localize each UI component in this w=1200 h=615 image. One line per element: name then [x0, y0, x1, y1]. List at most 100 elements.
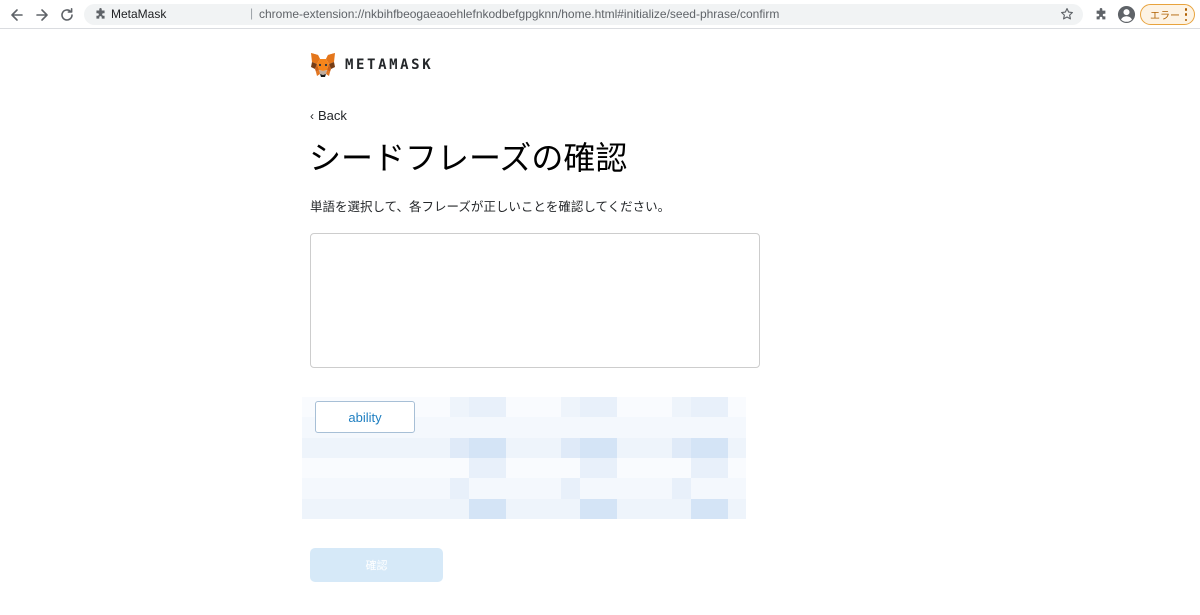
selected-phrase-box[interactable]	[310, 233, 760, 368]
metamask-wordmark: METAMASK	[345, 57, 434, 73]
mosaic-cell	[524, 437, 543, 458]
mosaic-cell	[320, 458, 339, 479]
mosaic-cell	[579, 397, 598, 418]
mosaic-cell	[431, 397, 450, 418]
mosaic-cell	[616, 458, 635, 479]
mosaic-cell	[487, 397, 506, 418]
mosaic-cell	[302, 478, 321, 499]
mosaic-cell	[709, 458, 728, 479]
mosaic-cell	[672, 417, 691, 438]
mosaic-cell	[413, 458, 432, 479]
reload-button[interactable]	[57, 5, 77, 25]
mosaic-cell	[320, 498, 339, 519]
bookmark-button[interactable]	[1059, 6, 1075, 22]
mosaic-cell	[542, 458, 561, 479]
mosaic-cell	[450, 437, 469, 458]
mosaic-cell	[542, 478, 561, 499]
mosaic-cell	[653, 397, 672, 418]
mosaic-cell	[709, 397, 728, 418]
metamask-logo: METAMASK	[310, 52, 433, 78]
mosaic-cell	[413, 397, 432, 418]
mosaic-cell	[653, 478, 672, 499]
mosaic-cell	[302, 498, 321, 519]
mosaic-cell	[635, 478, 654, 499]
mosaic-cell	[598, 417, 617, 438]
mosaic-cell	[320, 437, 339, 458]
forward-nav-button[interactable]	[32, 5, 52, 25]
back-nav-button[interactable]	[7, 5, 27, 25]
mosaic-cell	[616, 417, 635, 438]
mosaic-cell	[690, 498, 709, 519]
profile-button[interactable]	[1117, 5, 1136, 24]
mosaic-cell	[709, 478, 728, 499]
mosaic-cell	[709, 498, 728, 519]
kebab-menu-icon	[1184, 8, 1188, 21]
extensions-button[interactable]	[1092, 6, 1109, 23]
word-choice-label: ability	[348, 409, 382, 425]
mosaic-cell	[431, 458, 450, 479]
mosaic-cell	[450, 498, 469, 519]
mosaic-cell	[524, 498, 543, 519]
mosaic-cell	[561, 478, 580, 499]
confirm-button[interactable]: 確認	[310, 548, 443, 582]
mosaic-cell	[413, 498, 432, 519]
mosaic-cell	[727, 458, 746, 479]
mosaic-cell	[598, 498, 617, 519]
mosaic-cell	[579, 498, 598, 519]
word-choice-button[interactable]: ability	[315, 401, 415, 433]
mosaic-cell	[690, 417, 709, 438]
mosaic-cell	[635, 458, 654, 479]
mosaic-cell	[357, 498, 376, 519]
mosaic-cell	[616, 437, 635, 458]
mosaic-cell	[727, 417, 746, 438]
mosaic-cell	[672, 397, 691, 418]
arrow-left-icon	[11, 9, 23, 21]
mosaic-cell	[394, 498, 413, 519]
mosaic-cell	[616, 498, 635, 519]
mosaic-cell	[524, 397, 543, 418]
confirm-button-label: 確認	[365, 559, 388, 572]
mosaic-cell	[431, 417, 450, 438]
error-badge-button[interactable]: エラー	[1140, 4, 1195, 25]
mosaic-cell	[505, 437, 524, 458]
mosaic-cell	[690, 437, 709, 458]
mosaic-cell	[468, 417, 487, 438]
mosaic-cell	[339, 458, 358, 479]
mosaic-cell	[653, 458, 672, 479]
mosaic-cell	[394, 478, 413, 499]
mosaic-cell	[635, 397, 654, 418]
mosaic-cell	[524, 478, 543, 499]
mosaic-cell	[487, 458, 506, 479]
mosaic-cell	[561, 397, 580, 418]
mosaic-cell	[487, 437, 506, 458]
mosaic-cell	[413, 437, 432, 458]
mosaic-cell	[376, 458, 395, 479]
mosaic-cell	[579, 478, 598, 499]
mosaic-cell	[487, 498, 506, 519]
mosaic-cell	[727, 397, 746, 418]
mosaic-cell	[542, 397, 561, 418]
mosaic-cell	[598, 458, 617, 479]
mosaic-cell	[598, 397, 617, 418]
mosaic-cell	[376, 498, 395, 519]
mosaic-cell	[357, 478, 376, 499]
mosaic-cell	[653, 437, 672, 458]
url-text[interactable]: chrome-extension://nkbihfbeogaeaoehlefnk…	[259, 7, 779, 21]
mosaic-cell	[524, 458, 543, 479]
instruction-text: 単語を選択して、各フレーズが正しいことを確認してください。	[310, 199, 671, 214]
mosaic-cell	[376, 437, 395, 458]
mosaic-cell	[468, 458, 487, 479]
mosaic-cell	[561, 417, 580, 438]
mosaic-cell	[339, 437, 358, 458]
mosaic-cell	[468, 498, 487, 519]
mosaic-cell	[450, 397, 469, 418]
back-link[interactable]: ‹ Back	[310, 108, 347, 123]
address-bar[interactable]: MetaMask | chrome-extension://nkbihfbeog…	[84, 4, 1083, 25]
mosaic-cell	[616, 478, 635, 499]
puzzle-icon	[93, 7, 107, 21]
mosaic-cell	[672, 437, 691, 458]
mosaic-cell	[505, 498, 524, 519]
mosaic-cell	[524, 417, 543, 438]
mosaic-cell	[450, 458, 469, 479]
mosaic-cell	[505, 478, 524, 499]
